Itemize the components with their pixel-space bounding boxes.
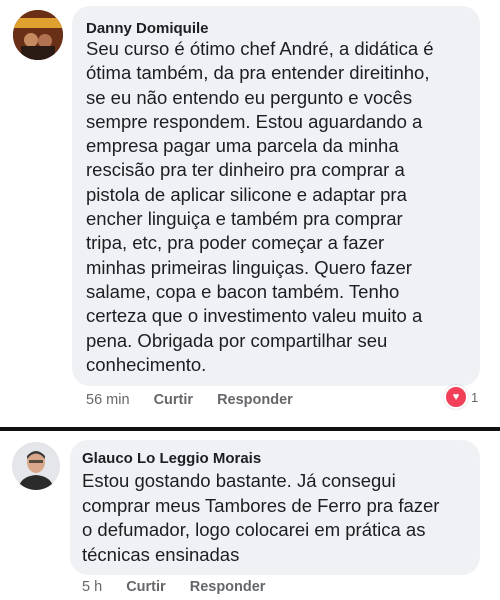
- divider: [0, 427, 500, 431]
- comment-timestamp[interactable]: 56 min: [86, 392, 130, 408]
- comment-actions: 56 min Curtir Responder: [86, 392, 313, 408]
- comment-timestamp[interactable]: 5 h: [82, 579, 102, 595]
- comment-line: salame, copa e bacon também. Tenho: [86, 280, 400, 302]
- avatar-image: [13, 10, 63, 60]
- comment-line: rescisão pra ter dinheiro pra comprar a: [86, 159, 405, 181]
- comment-line: o defumador, logo colocarei em prática a…: [82, 519, 426, 540]
- comment-author[interactable]: Glauco Lo Leggio Morais: [82, 450, 261, 467]
- comment-line: certeza que o investimento valeu muito a: [86, 305, 423, 327]
- comment-danny: Danny Domiquile Seu curso é ótimo chef A…: [0, 0, 500, 425]
- comment-line: comprar meus Tambores de Ferro pra fazer: [82, 494, 440, 516]
- comment-line: técnicas ensinadas: [82, 543, 240, 565]
- comment-line: minhas primeiras linguiças. Quero fazer: [86, 256, 412, 278]
- comment-line: empresa pagar uma parcela da minha: [86, 135, 399, 157]
- comment-line: Seu curso é ótimo chef André, a didática…: [86, 38, 434, 59]
- comment-line: se eu não entendo eu pergunto e vocês: [86, 86, 413, 108]
- reaction-summary[interactable]: ♥ 1: [444, 385, 479, 409]
- like-button[interactable]: Curtir: [154, 392, 193, 408]
- avatar[interactable]: [13, 10, 63, 60]
- comment-author[interactable]: Danny Domiquile: [86, 20, 209, 37]
- comment-line: pistola de aplicar silicone e adaptar pr…: [86, 183, 407, 205]
- comment-line: Estou gostando bastante. Já consegui: [82, 470, 396, 491]
- heart-icon: ♥: [444, 385, 468, 409]
- comment-line: ótima também, da pra entender direitinho…: [86, 62, 430, 84]
- comment-text: Seu curso é ótimo chef André, a didática…: [86, 37, 434, 377]
- like-button[interactable]: Curtir: [126, 579, 165, 595]
- comment-line: encher linguiça e também pra comprar: [86, 208, 403, 230]
- reply-button[interactable]: Responder: [217, 392, 293, 408]
- comment-actions: 5 h Curtir Responder: [82, 579, 285, 595]
- avatar[interactable]: [12, 442, 60, 490]
- comment-line: pena. Obrigada por compartilhar seu: [86, 329, 388, 351]
- reaction-count: 1: [471, 389, 479, 405]
- comment-glauco: Glauco Lo Leggio Morais Estou gostando b…: [0, 432, 500, 600]
- comment-line: conhecimento.: [86, 353, 207, 375]
- comment-line: tripa, etc, pra poder começar a fazer: [86, 232, 385, 254]
- avatar-image: [12, 442, 60, 490]
- comment-line: sempre respondem. Estou aguardando a: [86, 110, 423, 132]
- comment-text: Estou gostando bastante. Já consegui com…: [82, 469, 439, 567]
- reply-button[interactable]: Responder: [190, 579, 266, 595]
